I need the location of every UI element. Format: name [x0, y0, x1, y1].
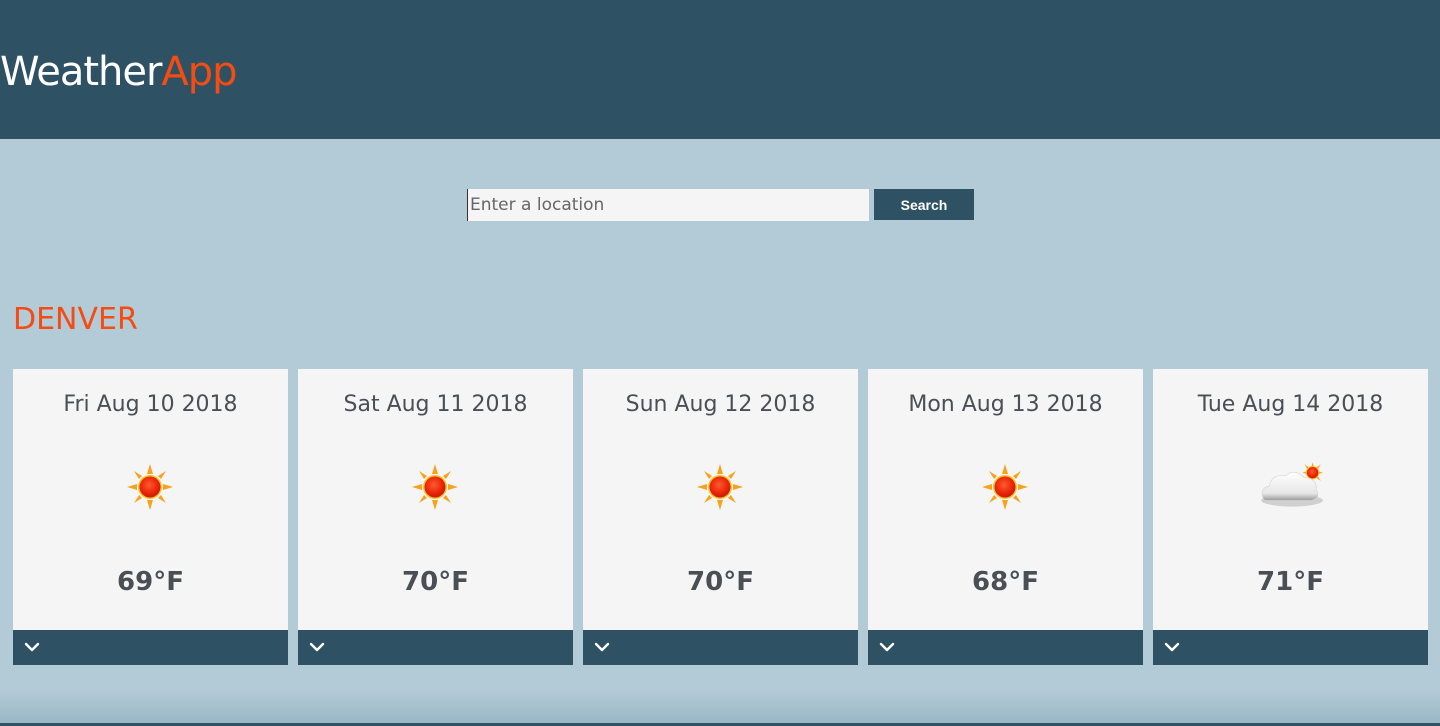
bottom-shadow: [0, 690, 1440, 726]
sunny-icon: [982, 464, 1028, 510]
forecast-date: Mon Aug 13 2018: [908, 392, 1103, 417]
expand-details-button[interactable]: [868, 630, 1143, 665]
forecast-temperature: 70°F: [687, 567, 754, 597]
forecast-date: Sat Aug 11 2018: [343, 392, 528, 417]
forecast-date: Fri Aug 10 2018: [63, 392, 238, 417]
chevron-down-icon: [1164, 642, 1180, 652]
chevron-down-icon: [879, 642, 895, 652]
partly-cloudy-icon: [1261, 462, 1323, 507]
expand-details-button[interactable]: [583, 630, 858, 665]
forecast-temperature: 68°F: [972, 567, 1039, 597]
forecast-temperature: 71°F: [1257, 567, 1324, 597]
search-button[interactable]: Search: [874, 189, 974, 220]
forecast-temperature: 70°F: [402, 567, 469, 597]
forecast-date: Tue Aug 14 2018: [1197, 392, 1384, 417]
chevron-down-icon: [24, 642, 40, 652]
sunny-icon: [412, 464, 458, 510]
app-header: WeatherApp: [0, 0, 1440, 139]
app-logo[interactable]: WeatherApp: [0, 46, 238, 98]
location-search-input[interactable]: [467, 189, 869, 221]
logo-primary-text: Weather: [0, 49, 162, 95]
forecast-card: Sun Aug 12 2018 70°F: [583, 369, 858, 665]
city-name: DENVER: [13, 302, 138, 337]
expand-details-button[interactable]: [298, 630, 573, 665]
forecast-card: Sat Aug 11 2018 70°F: [298, 369, 573, 665]
forecast-card: Fri Aug 10 2018 69°F: [13, 369, 288, 665]
sunny-icon: [697, 464, 743, 510]
expand-details-button[interactable]: [13, 630, 288, 665]
chevron-down-icon: [594, 642, 610, 652]
forecast-card: Mon Aug 13 2018 68°F: [868, 369, 1143, 665]
chevron-down-icon: [309, 642, 325, 652]
logo-accent-text: App: [161, 49, 237, 95]
sunny-icon: [127, 464, 173, 510]
expand-details-button[interactable]: [1153, 630, 1428, 665]
forecast-date: Sun Aug 12 2018: [625, 392, 816, 417]
forecast-card: Tue Aug 14 2018 71°F: [1153, 369, 1428, 665]
forecast-temperature: 69°F: [117, 567, 184, 597]
